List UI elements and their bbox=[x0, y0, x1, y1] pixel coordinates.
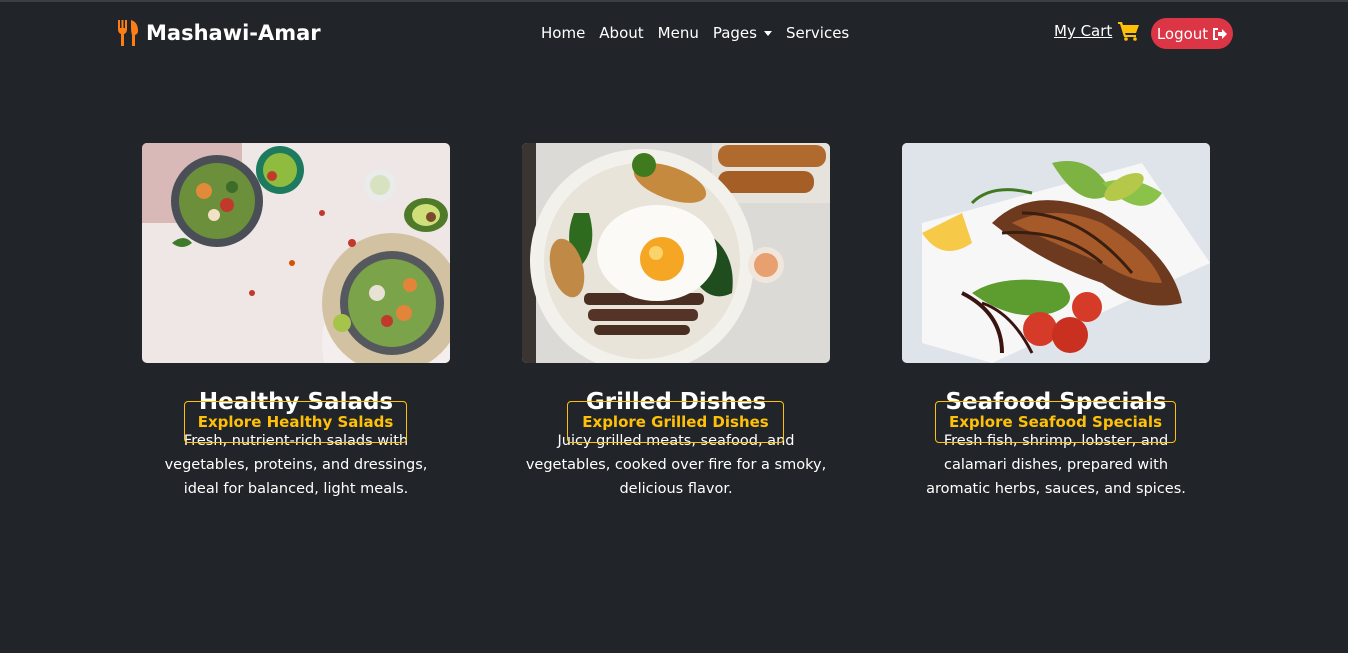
navbar: Mashawi-Amar Home About Menu Pages Servi… bbox=[0, 2, 1348, 64]
main-nav: Home About Menu Pages Services bbox=[541, 24, 863, 42]
nav-home[interactable]: Home bbox=[541, 24, 585, 42]
grilled-bowl-photo bbox=[522, 143, 830, 363]
caret-down-icon bbox=[763, 30, 772, 36]
cart-label: My Cart bbox=[1054, 22, 1113, 40]
explore-healthy-salads-button[interactable]: Explore Healthy Salads bbox=[184, 401, 407, 443]
utensils-icon bbox=[118, 20, 138, 46]
nav-pages-dropdown[interactable]: Pages bbox=[713, 24, 772, 42]
grilled-image bbox=[522, 143, 830, 363]
card-healthy-salads: Healthy Salads Fresh, nutrient-rich sala… bbox=[142, 143, 450, 501]
card-seafood-specials: Seafood Specials Fresh fish, shrimp, lob… bbox=[902, 143, 1210, 501]
grilled-salmon-photo bbox=[902, 143, 1210, 363]
explore-grilled-dishes-button[interactable]: Explore Grilled Dishes bbox=[567, 401, 784, 443]
card-grilled-dishes: Grilled Dishes Juicy grilled meats, seaf… bbox=[522, 143, 830, 501]
explore-seafood-specials-button[interactable]: Explore Seafood Specials bbox=[935, 401, 1176, 443]
brand-logo[interactable]: Mashawi-Amar bbox=[116, 19, 321, 47]
logout-label: Logout bbox=[1156, 24, 1209, 43]
nav-pages-label: Pages bbox=[712, 24, 757, 42]
shopping-cart-icon bbox=[1118, 22, 1140, 41]
sign-out-icon bbox=[1213, 27, 1228, 40]
logout-button[interactable]: Logout bbox=[1151, 18, 1233, 49]
nav-about[interactable]: About bbox=[599, 24, 643, 42]
my-cart-link[interactable]: My Cart bbox=[1054, 21, 1140, 41]
brand-name: Mashawi-Amar bbox=[146, 21, 321, 45]
salad-bowls-photo bbox=[142, 143, 450, 363]
nav-services[interactable]: Services bbox=[786, 24, 849, 42]
nav-menu[interactable]: Menu bbox=[658, 24, 699, 42]
seafood-image bbox=[902, 143, 1210, 363]
salad-image bbox=[142, 143, 450, 363]
